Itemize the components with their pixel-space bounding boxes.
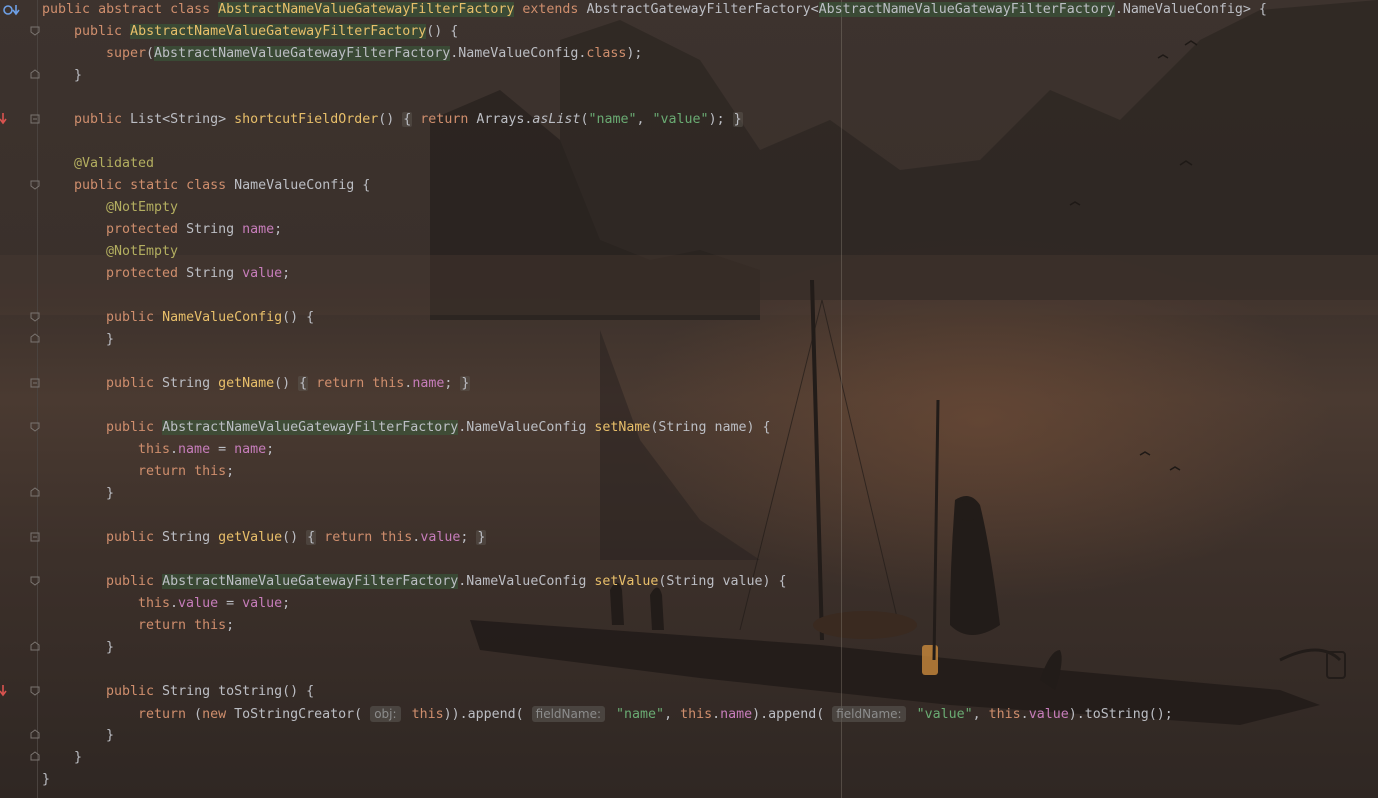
parameter-hint: fieldName: <box>832 706 906 722</box>
code-line[interactable]: } <box>106 726 114 748</box>
code-line[interactable]: public AbstractNameValueGatewayFilterFac… <box>106 572 787 594</box>
fold-icon[interactable] <box>30 532 40 542</box>
code-editor[interactable]: public abstract class AbstractNameValueG… <box>0 0 1378 798</box>
fold-icon[interactable] <box>30 69 40 79</box>
fold-icon[interactable] <box>30 729 40 739</box>
code-line[interactable]: } <box>74 748 82 770</box>
code-line[interactable]: } <box>106 638 114 660</box>
code-line[interactable]: public AbstractNameValueGatewayFilterFac… <box>74 22 458 44</box>
code-line[interactable]: this.value = value; <box>138 594 290 616</box>
code-line[interactable]: } <box>106 330 114 352</box>
fold-icon[interactable] <box>30 26 40 36</box>
parameter-hint: fieldName: <box>531 706 605 722</box>
code-line[interactable]: super(AbstractNameValueGatewayFilterFact… <box>106 44 642 66</box>
code-line[interactable]: public String toString() { <box>106 682 314 704</box>
override-icon[interactable] <box>0 112 8 126</box>
code-line[interactable]: } <box>42 770 50 792</box>
fold-icon[interactable] <box>30 180 40 190</box>
fold-icon[interactable] <box>30 333 40 343</box>
fold-icon[interactable] <box>30 576 40 586</box>
code-line[interactable]: protected String name; <box>106 220 282 242</box>
code-line[interactable]: public abstract class AbstractNameValueG… <box>42 0 1267 22</box>
code-line[interactable]: @NotEmpty <box>106 198 178 220</box>
editor-gutter <box>0 0 40 798</box>
fold-icon[interactable] <box>30 312 40 322</box>
code-line[interactable]: public NameValueConfig() { <box>106 308 314 330</box>
code-line[interactable]: public List<String> shortcutFieldOrder()… <box>74 110 743 132</box>
code-line[interactable]: protected String value; <box>106 264 290 286</box>
override-icon[interactable] <box>0 684 8 698</box>
code-line[interactable]: return this; <box>138 616 234 638</box>
fold-icon[interactable] <box>30 641 40 651</box>
fold-icon[interactable] <box>30 751 40 761</box>
code-line[interactable]: public static class NameValueConfig { <box>74 176 370 198</box>
code-line[interactable]: public AbstractNameValueGatewayFilterFac… <box>106 418 771 440</box>
implementation-icon[interactable] <box>2 3 24 17</box>
code-line[interactable]: } <box>74 66 82 88</box>
parameter-hint: obj: <box>370 706 401 722</box>
code-line[interactable]: public String getValue() { return this.v… <box>106 528 487 550</box>
fold-icon[interactable] <box>30 114 40 124</box>
fold-icon[interactable] <box>30 422 40 432</box>
fold-icon[interactable] <box>30 686 40 696</box>
code-line[interactable]: this.name = name; <box>138 440 274 462</box>
code-line[interactable]: public String getName() { return this.na… <box>106 374 471 396</box>
code-line[interactable]: return this; <box>138 462 234 484</box>
right-margin-guide <box>841 0 842 798</box>
fold-icon[interactable] <box>30 378 40 388</box>
code-line[interactable]: @Validated <box>74 154 154 176</box>
fold-icon[interactable] <box>30 487 40 497</box>
code-line[interactable]: return (new ToStringCreator( obj: this))… <box>138 704 1173 726</box>
code-line[interactable]: @NotEmpty <box>106 242 178 264</box>
code-line[interactable]: } <box>106 484 114 506</box>
